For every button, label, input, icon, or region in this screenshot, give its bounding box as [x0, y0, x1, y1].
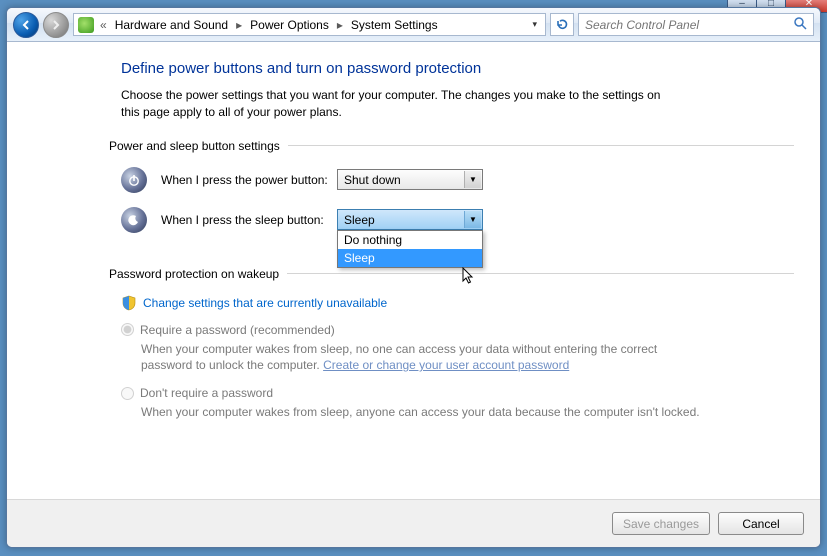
save-button: Save changes — [612, 512, 710, 535]
dropdown-option[interactable]: Sleep — [338, 249, 482, 267]
breadcrumb-item[interactable]: Hardware and Sound — [111, 16, 232, 34]
create-password-link: Create or change your user account passw… — [323, 358, 569, 372]
shield-icon — [121, 295, 137, 311]
divider — [287, 273, 794, 274]
power-button-select[interactable]: Shut down ▼ — [337, 169, 483, 190]
chevron-right-icon: ▸ — [335, 18, 345, 32]
breadcrumb-dropdown-icon[interactable]: ▾ — [528, 19, 541, 30]
search-input[interactable] — [585, 18, 807, 32]
cancel-button[interactable]: Cancel — [718, 512, 804, 535]
select-value: Sleep — [344, 213, 375, 227]
radio-description: When your computer wakes from sleep, no … — [141, 341, 701, 375]
control-panel-icon — [78, 17, 94, 33]
back-button[interactable] — [13, 12, 39, 38]
chevron-right-icon: ▸ — [234, 18, 244, 32]
change-settings-link[interactable]: Change settings that are currently unava… — [143, 296, 387, 310]
page-description: Choose the power settings that you want … — [121, 87, 681, 121]
refresh-button[interactable] — [550, 13, 574, 36]
forward-button — [43, 12, 69, 38]
power-icon — [121, 167, 147, 193]
sleep-button-select[interactable]: Sleep ▼ Do nothing Sleep — [337, 209, 483, 230]
breadcrumb[interactable]: « Hardware and Sound ▸ Power Options ▸ S… — [73, 13, 546, 36]
sleep-dropdown[interactable]: Do nothing Sleep — [337, 230, 483, 268]
radio-label: Require a password (recommended) — [140, 323, 335, 337]
breadcrumb-item[interactable]: System Settings — [347, 16, 442, 34]
no-password-radio — [121, 387, 134, 400]
search-icon[interactable] — [793, 16, 807, 33]
section-title: Power and sleep button settings — [109, 139, 288, 153]
radio-label: Don't require a password — [140, 386, 273, 400]
chevron-down-icon[interactable]: ▼ — [464, 171, 481, 188]
sleep-icon — [121, 207, 147, 233]
dropdown-option[interactable]: Do nothing — [338, 231, 482, 249]
page-title: Define power buttons and turn on passwor… — [121, 60, 794, 77]
sleep-button-label: When I press the sleep button: — [161, 213, 337, 227]
chevron-down-icon[interactable]: ▼ — [464, 211, 481, 228]
power-button-label: When I press the power button: — [161, 173, 337, 187]
section-title: Password protection on wakeup — [109, 267, 287, 281]
select-value: Shut down — [344, 173, 401, 187]
require-password-radio — [121, 323, 134, 336]
search-box[interactable] — [578, 13, 814, 36]
radio-description: When your computer wakes from sleep, any… — [141, 404, 701, 421]
breadcrumb-item[interactable]: Power Options — [246, 16, 333, 34]
chevron-left-icon[interactable]: « — [98, 18, 109, 32]
divider — [288, 145, 794, 146]
